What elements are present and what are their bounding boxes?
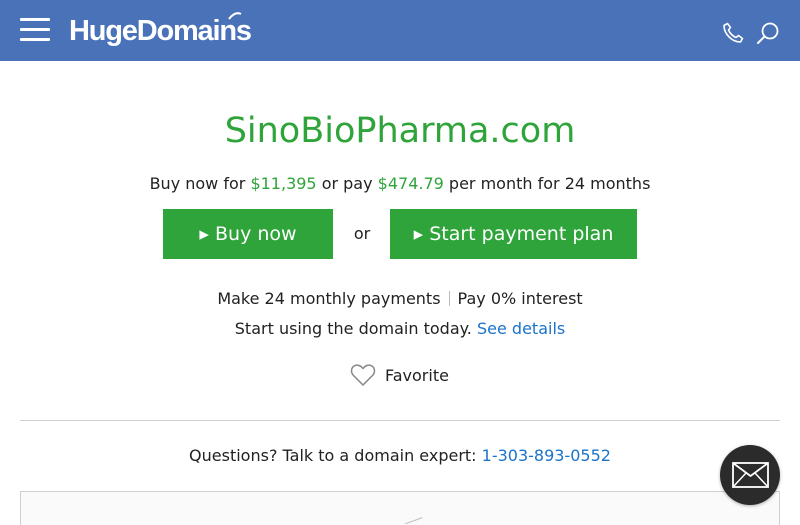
pay-suffix-text: per month for 24 months <box>443 174 651 193</box>
interest-text: Pay 0% interest <box>457 289 583 308</box>
domain-name-title: SinoBioPharma.com <box>224 111 576 151</box>
phone-icon[interactable] <box>721 21 745 45</box>
contact-line: Questions? Talk to a domain expert: 1-30… <box>0 446 800 466</box>
menu-bar <box>20 28 50 31</box>
buy-price: $11,395 <box>250 174 317 193</box>
contact-mail-button[interactable] <box>720 445 780 505</box>
start-using-line: Start using the domain today. See detail… <box>0 319 800 339</box>
questions-prompt: Questions? Talk to a domain expert: <box>189 446 482 465</box>
panel-graphic-fragment <box>405 517 425 525</box>
bottom-panel <box>20 491 780 525</box>
monthly-payments-text: Make 24 monthly payments <box>217 289 441 308</box>
hugedomains-logo[interactable]: HugeDomains <box>69 14 252 48</box>
buy-now-button[interactable]: ▸ Buy now <box>163 209 333 259</box>
section-divider <box>20 420 780 421</box>
monthly-price: $474.79 <box>377 174 444 193</box>
pay-middle-text: or pay <box>316 174 378 193</box>
start-using-text: Start using the domain today. <box>234 319 477 338</box>
phone-number-link[interactable]: 1-303-893-0552 <box>482 446 611 465</box>
payment-features: Make 24 monthly payments Pay 0% interest <box>0 289 800 309</box>
buy-prefix-text: Buy now for <box>149 174 251 193</box>
feature-divider <box>448 291 450 306</box>
see-details-link[interactable]: See details <box>477 319 565 338</box>
favorite-button[interactable]: Favorite <box>350 362 449 388</box>
hamburger-menu-icon[interactable] <box>20 17 51 43</box>
or-separator: or <box>353 224 371 243</box>
menu-bar <box>20 38 50 41</box>
heart-outline-icon <box>350 364 376 386</box>
top-header: HugeDomains <box>0 0 800 61</box>
logo-swoosh-icon <box>228 12 242 20</box>
start-payment-plan-button[interactable]: ▸ Start payment plan <box>390 209 637 259</box>
favorite-label: Favorite <box>385 365 449 385</box>
envelope-icon <box>732 462 769 488</box>
menu-bar <box>20 18 50 21</box>
search-icon[interactable] <box>756 21 781 46</box>
price-summary: Buy now for $11,395 or pay $474.79 per m… <box>0 174 800 194</box>
